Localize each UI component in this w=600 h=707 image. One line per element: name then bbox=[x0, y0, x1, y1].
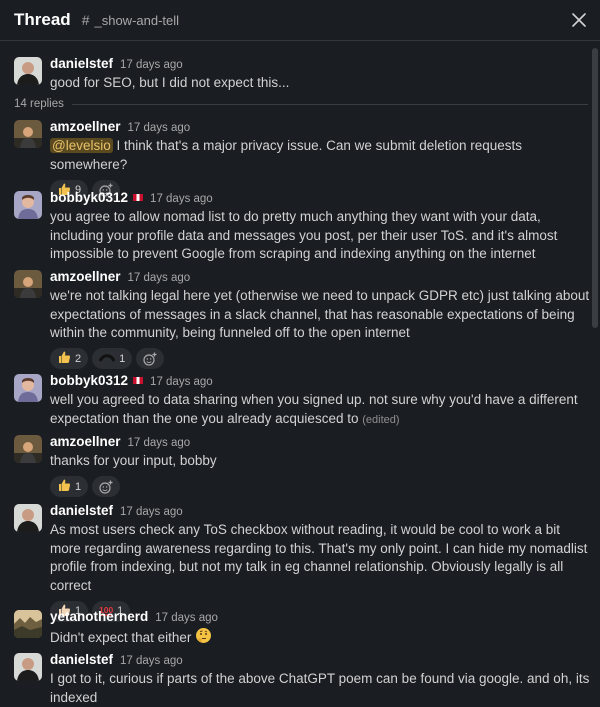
replies-divider: 14 replies bbox=[14, 96, 588, 112]
reaction-arch[interactable]: 1 bbox=[92, 348, 133, 369]
thumbs-up-icon bbox=[57, 478, 71, 495]
timestamp[interactable]: 17 days ago bbox=[150, 376, 213, 388]
author-name[interactable]: amzoellner bbox=[50, 269, 121, 284]
add-reaction-icon[interactable] bbox=[136, 348, 165, 369]
message-body: well you agreed to data sharing when you… bbox=[50, 392, 578, 426]
scrollbar[interactable] bbox=[592, 48, 598, 328]
author-name[interactable]: yetanothernerd bbox=[50, 609, 148, 624]
avatar-danielstef[interactable] bbox=[14, 504, 42, 532]
message-text: you agree to allow nomad list to do pret… bbox=[50, 209, 558, 261]
reactions-row: 1 bbox=[50, 476, 592, 498]
message-body: Didn't expect that either bbox=[50, 629, 192, 645]
avatar-danielstef[interactable] bbox=[14, 653, 42, 681]
avatar-danielstef[interactable] bbox=[14, 57, 42, 85]
message-body: I think that's a major privacy issue. Ca… bbox=[50, 138, 523, 172]
author-name[interactable]: bobbyk0312 bbox=[50, 373, 128, 388]
peru-flag-icon bbox=[133, 377, 144, 384]
channel-name[interactable]: _show-and-tell bbox=[94, 13, 179, 28]
thread-header: Thread # _show-and-tell bbox=[0, 0, 600, 41]
arch-icon bbox=[98, 352, 116, 365]
reaction-count: 2 bbox=[75, 352, 82, 365]
message-text: well you agreed to data sharing when you… bbox=[50, 391, 592, 429]
avatar-amzoellner[interactable] bbox=[14, 120, 42, 148]
close-icon[interactable] bbox=[568, 9, 590, 31]
message-text: @levelsio I think that's a major privacy… bbox=[50, 137, 592, 174]
message-text: I got to it, curious if parts of the abo… bbox=[50, 671, 590, 705]
timestamp[interactable]: 17 days ago bbox=[120, 59, 183, 71]
author-name[interactable]: amzoellner bbox=[50, 119, 121, 134]
timestamp[interactable]: 17 days ago bbox=[128, 122, 191, 134]
reaction-count: 1 bbox=[119, 352, 126, 365]
author-name[interactable]: amzoellner bbox=[50, 434, 121, 449]
timestamp[interactable]: 17 days ago bbox=[120, 655, 183, 667]
timestamp[interactable]: 17 days ago bbox=[150, 193, 213, 205]
header-title: Thread bbox=[14, 10, 71, 29]
timestamp[interactable]: 17 days ago bbox=[155, 612, 218, 624]
author-name[interactable]: bobbyk0312 bbox=[50, 190, 128, 205]
timestamp[interactable]: 17 days ago bbox=[128, 437, 191, 449]
message-text: thanks for your input, bobby bbox=[50, 453, 217, 468]
replies-count: 14 replies bbox=[14, 98, 64, 110]
author-name[interactable]: danielstef bbox=[50, 56, 113, 71]
author-name[interactable]: danielstef bbox=[50, 652, 113, 667]
avatar-bobbyk0312[interactable] bbox=[14, 191, 42, 219]
add-reaction-icon[interactable] bbox=[92, 476, 121, 497]
reaction-thumbs-up[interactable]: 1 bbox=[50, 476, 89, 497]
reaction-thumbs-up[interactable]: 2 bbox=[50, 348, 89, 369]
thumbs-up-icon bbox=[57, 350, 71, 367]
message-text: good for SEO, but I did not expect this.… bbox=[50, 75, 290, 90]
avatar-amzoellner[interactable] bbox=[14, 270, 42, 298]
message-text: Didn't expect that either bbox=[50, 627, 592, 650]
avatar-bobbyk0312[interactable] bbox=[14, 374, 42, 402]
edited-label: (edited) bbox=[362, 413, 400, 426]
timestamp[interactable]: 17 days ago bbox=[120, 506, 183, 518]
author-name[interactable]: danielstef bbox=[50, 503, 113, 518]
avatar-yetanothernerd[interactable] bbox=[14, 610, 42, 638]
reaction-count: 1 bbox=[75, 480, 82, 493]
timestamp[interactable]: 17 days ago bbox=[128, 272, 191, 284]
avatar-amzoellner[interactable] bbox=[14, 435, 42, 463]
message-text: As most users check any ToS checkbox wit… bbox=[50, 522, 588, 593]
mention-link[interactable]: @levelsio bbox=[50, 138, 113, 153]
thinking-face-icon bbox=[195, 627, 212, 650]
message-text: we're not talking legal here yet (otherw… bbox=[50, 288, 590, 340]
peru-flag-icon bbox=[133, 194, 144, 201]
reactions-row: 2 1 bbox=[50, 348, 592, 370]
divider-line bbox=[71, 103, 588, 105]
channel-hash-icon: # bbox=[81, 12, 90, 28]
